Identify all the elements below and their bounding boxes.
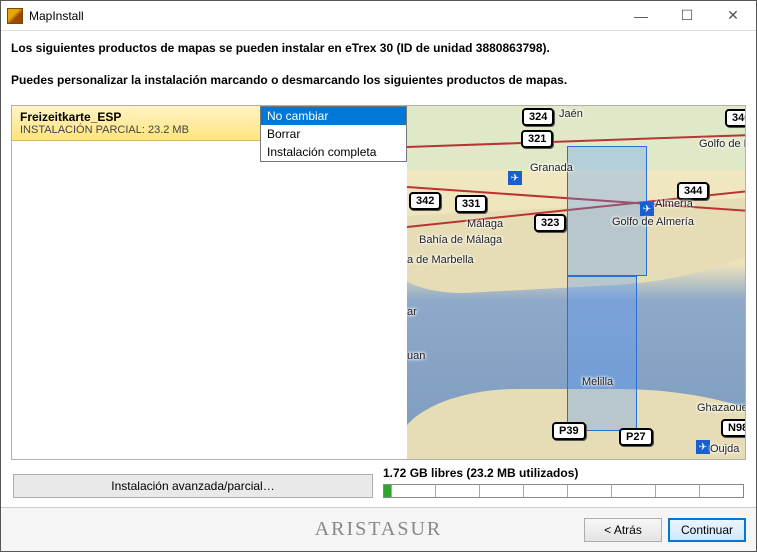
titlebar: MapInstall — ☐ ✕ [1,1,756,31]
city-label: Ghazaoue [697,402,745,414]
city-label: Bahía de Málaga [419,234,502,246]
airport-icon [508,171,522,185]
dropdown-item-delete[interactable]: Borrar [261,125,406,143]
disk-space-label: 1.72 GB libres (23.2 MB utilizados) [383,466,744,480]
city-label: Oujda [710,443,739,455]
city-label: Melilla [582,376,613,388]
disk-free-segment [436,485,480,497]
disk-free-segment [392,485,436,497]
airport-icon [640,202,654,216]
road-shield: 321 [521,130,553,148]
road-shield: 324 [522,108,554,126]
content-area: Los siguientes productos de mapas se pue… [1,31,756,498]
city-label: uan [407,350,425,362]
footer-bar: ARISTASUR < Atrás Continuar [1,507,756,551]
road-shield: 340 [725,109,745,127]
road-shield: 342 [409,192,441,210]
city-label: Almería [655,198,693,210]
disk-free-segment [568,485,612,497]
city-label: Golfo de Maz [699,138,745,150]
window-title: MapInstall [29,9,618,23]
close-button[interactable]: ✕ [710,1,756,30]
city-label: Granada [530,162,573,174]
dropdown-item-full-install[interactable]: Instalación completa [261,143,406,161]
continue-button[interactable]: Continuar [668,518,746,542]
maximize-button[interactable]: ☐ [664,1,710,30]
lower-row: Instalación avanzada/parcial… 1.72 GB li… [11,466,746,498]
disk-free-segment [480,485,524,497]
disk-free-segment [524,485,568,497]
city-label: Málaga [467,218,503,230]
disk-free-segment [700,485,743,497]
map-preview[interactable]: 324 321 340 342 331 344 323 P39 P27 N98 … [407,106,745,459]
window-controls: — ☐ ✕ [618,1,756,30]
city-label: Golfo de Almería [612,216,694,228]
minimize-button[interactable]: — [618,1,664,30]
product-list: Freizeitkarte_ESP INSTALACIÓN PARCIAL: 2… [12,106,407,459]
city-label: ar [407,306,417,318]
road-shield: 331 [455,195,487,213]
road-shield: N98 [721,419,745,437]
instruction-line-2: Puedes personalizar la instalación marca… [11,73,746,87]
road-shield: 323 [534,214,566,232]
back-button[interactable]: < Atrás [584,518,662,542]
instruction-line-1: Los siguientes productos de mapas se pue… [11,41,746,55]
road-shield: P39 [552,422,586,440]
selected-map-region[interactable] [567,276,637,431]
disk-free-segment [612,485,656,497]
app-icon [7,8,23,24]
dropdown-item-no-change[interactable]: No cambiar [261,107,406,125]
road-shield: P27 [619,428,653,446]
city-label: a de Marbella [407,254,474,266]
install-option-dropdown[interactable]: No cambiar Borrar Instalación completa [260,106,407,162]
disk-space-bar [383,484,744,498]
disk-used-segment [384,485,392,497]
city-label: Jaén [559,108,583,120]
watermark: ARISTASUR [315,518,443,541]
advanced-install-button[interactable]: Instalación avanzada/parcial… [13,474,373,498]
disk-free-segment [656,485,700,497]
main-panel: Freizeitkarte_ESP INSTALACIÓN PARCIAL: 2… [11,105,746,460]
disk-space-area: 1.72 GB libres (23.2 MB utilizados) [383,466,744,498]
selected-map-region[interactable] [567,146,647,276]
airport-icon [696,440,710,454]
